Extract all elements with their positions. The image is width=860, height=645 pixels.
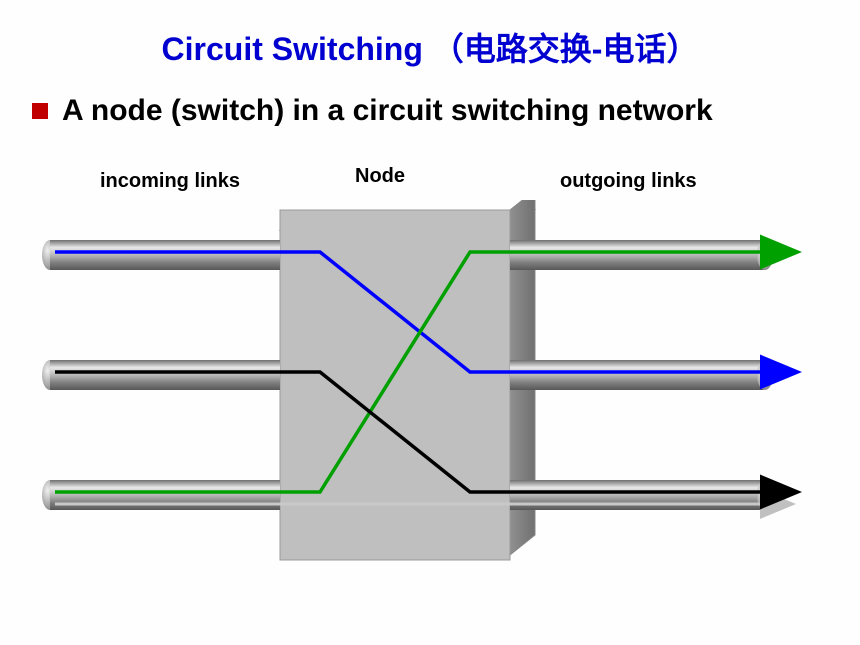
subtitle-text: A node (switch) in a circuit switching n… — [62, 94, 713, 128]
label-incoming: incoming links — [100, 170, 240, 193]
label-node: Node — [355, 165, 405, 188]
title-english: Circuit Switching — [162, 31, 423, 67]
slide-title: Circuit Switching （电路交换-电话） — [0, 0, 860, 70]
diagram-svg — [0, 200, 860, 620]
incoming-link-1 — [42, 240, 280, 270]
node-box — [280, 200, 535, 560]
outgoing-link-1 — [510, 240, 773, 270]
incoming-link-2 — [42, 360, 280, 390]
subtitle-row: A node (switch) in a circuit switching n… — [0, 70, 860, 128]
outgoing-link-2 — [510, 360, 773, 390]
label-outgoing: outgoing links — [560, 170, 697, 193]
title-chinese: （电路交换-电话） — [432, 31, 699, 67]
switching-diagram — [0, 200, 860, 620]
bullet-icon — [32, 103, 48, 119]
